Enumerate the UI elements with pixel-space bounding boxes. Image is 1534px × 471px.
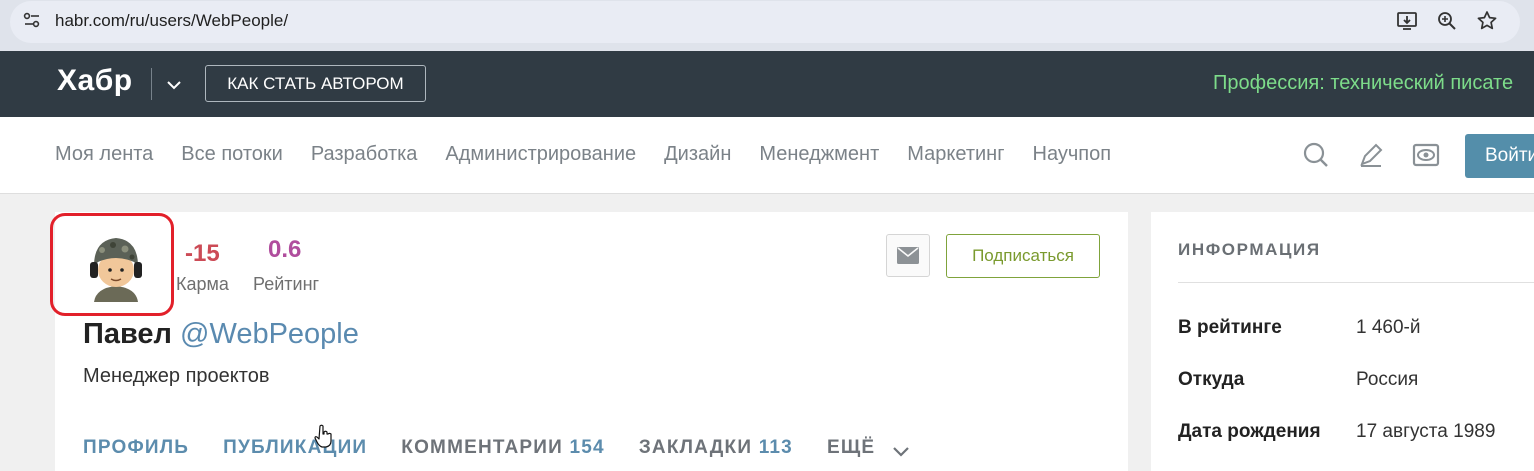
pen-icon[interactable] <box>1357 141 1385 169</box>
logo-divider <box>151 68 152 100</box>
main-nav: Моя лента Все потоки Разработка Админист… <box>0 117 1534 194</box>
chevron-down-icon[interactable] <box>164 75 184 95</box>
nav-link-all-flows[interactable]: Все потоки <box>181 143 283 166</box>
info-key-rating: В рейтинге <box>1178 317 1282 338</box>
user-name: Павел @WebPeople <box>83 318 359 351</box>
info-value-birthdate: 17 августа 1989 <box>1356 421 1496 442</box>
search-icon[interactable] <box>1302 141 1330 169</box>
install-app-icon[interactable] <box>1395 9 1419 33</box>
avatar[interactable] <box>80 230 152 302</box>
hand-cursor-icon <box>314 424 332 448</box>
login-button[interactable]: Войти <box>1465 134 1534 178</box>
tab-comments[interactable]: КОММЕНТАРИИ 154 <box>401 437 605 459</box>
chevron-down-icon[interactable] <box>891 441 911 461</box>
site-settings-icon[interactable] <box>22 10 42 30</box>
karma-value: -15 <box>185 240 220 267</box>
nav-links: Моя лента Все потоки Разработка Админист… <box>55 143 1139 166</box>
profile-tabs: ПРОФИЛЬ ПУБЛИКАЦИИ КОММЕНТАРИИ 154 ЗАКЛА… <box>83 437 909 459</box>
promo-link[interactable]: Профессия: технический писате <box>1213 72 1513 95</box>
url-text[interactable]: habr.com/ru/users/WebPeople/ <box>55 11 288 31</box>
info-heading: ИНФОРМАЦИЯ <box>1178 240 1321 259</box>
info-key-birthdate: Дата рождения <box>1178 421 1321 442</box>
tab-publications[interactable]: ПУБЛИКАЦИИ <box>223 437 367 459</box>
info-value-location[interactable]: Россия <box>1356 369 1418 391</box>
site-header: Хабр КАК СТАТЬ АВТОРОМ Профессия: технич… <box>0 51 1534 117</box>
tab-bookmarks[interactable]: ЗАКЛАДКИ 113 <box>639 437 793 459</box>
bookmarks-count: 113 <box>758 437 793 458</box>
user-title: Менеджер проектов <box>83 365 270 387</box>
user-handle[interactable]: @WebPeople <box>180 318 359 350</box>
karma-label: Карма <box>176 274 229 294</box>
nav-link-marketing[interactable]: Маркетинг <box>907 143 1004 166</box>
eye-icon[interactable] <box>1412 141 1440 169</box>
nav-link-design[interactable]: Дизайн <box>664 143 731 166</box>
info-divider <box>1178 282 1534 283</box>
info-key-location: Откуда <box>1178 369 1245 390</box>
user-fullname: Павел <box>83 318 172 350</box>
nav-link-management[interactable]: Менеджмент <box>759 143 879 166</box>
bookmark-star-icon[interactable] <box>1475 9 1499 33</box>
rating-label: Рейтинг <box>253 274 320 294</box>
habr-logo[interactable]: Хабр <box>57 64 133 98</box>
tab-more[interactable]: ЕЩЁ <box>827 437 875 459</box>
send-message-button[interactable] <box>886 234 930 277</box>
subscribe-button[interactable]: Подписаться <box>946 234 1100 278</box>
info-value-rating: 1 460-й <box>1356 317 1421 338</box>
how-to-become-author-button[interactable]: КАК СТАТЬ АВТОРОМ <box>205 65 426 102</box>
nav-link-popsci[interactable]: Научпоп <box>1033 143 1112 166</box>
nav-link-development[interactable]: Разработка <box>311 143 418 166</box>
tab-profile[interactable]: ПРОФИЛЬ <box>83 437 189 459</box>
zoom-icon[interactable] <box>1435 9 1459 33</box>
nav-link-administration[interactable]: Администрирование <box>445 143 636 166</box>
comments-count: 154 <box>569 437 605 458</box>
nav-link-feed[interactable]: Моя лента <box>55 143 153 166</box>
browser-toolbar: habr.com/ru/users/WebPeople/ <box>0 0 1534 51</box>
rating-value: 0.6 <box>268 236 302 263</box>
mail-icon <box>897 247 919 264</box>
